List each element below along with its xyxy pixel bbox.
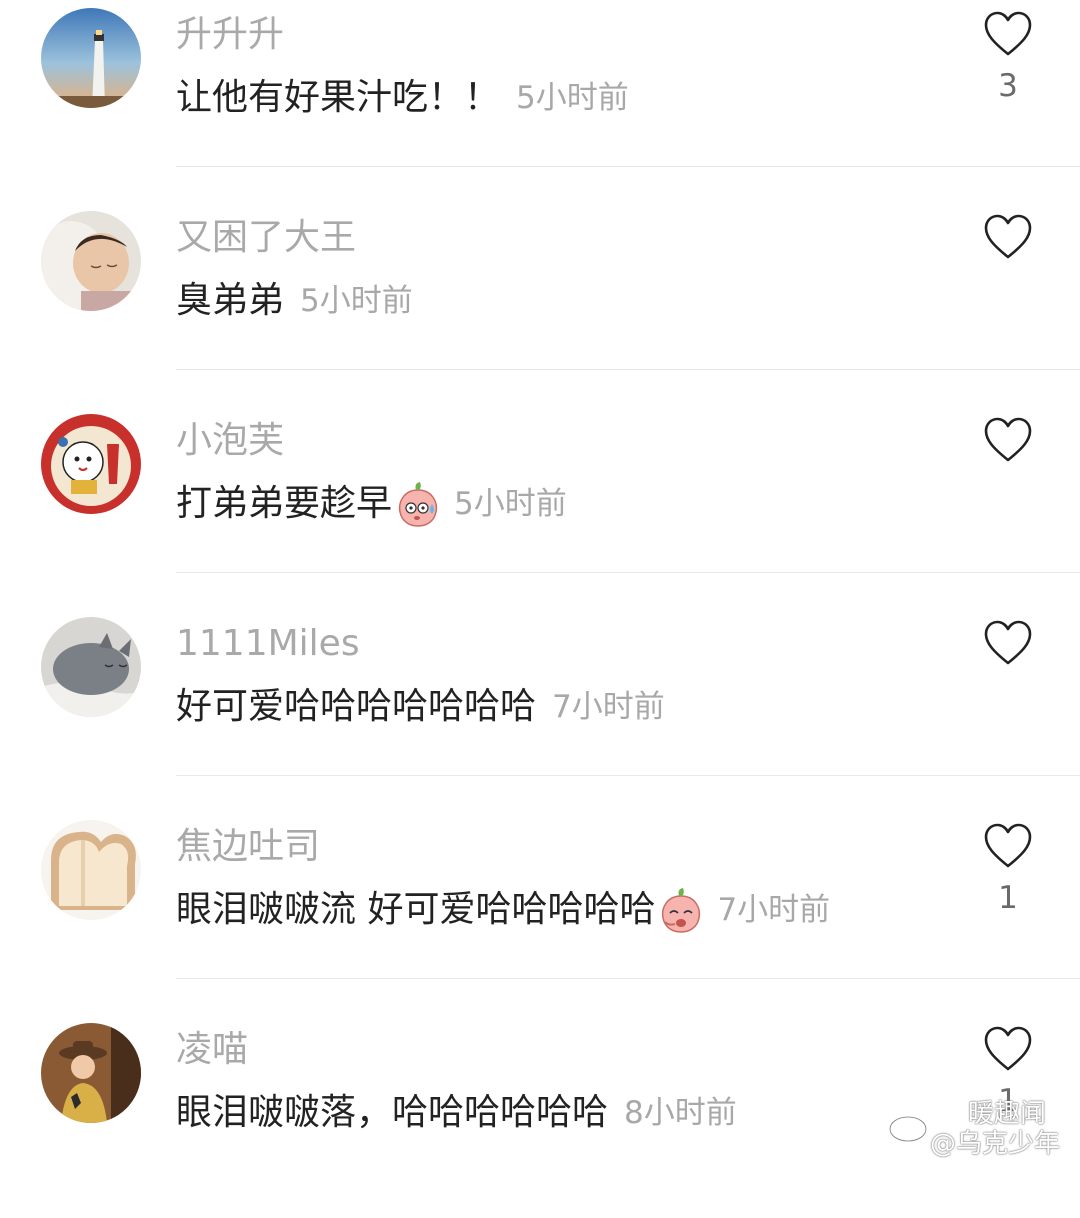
heart-icon[interactable] [983,10,1033,58]
comment-time: 5小时前 [300,283,413,319]
comment-time: 5小时前 [516,80,629,116]
lighthouse-avatar[interactable] [41,8,141,108]
comment-item: 小泡芙 打弟弟要趁早 5小时前 [0,406,1080,609]
weibo-icon [886,1101,936,1145]
comment-username[interactable]: 焦边吐司 [176,822,320,872]
divider [176,978,1080,979]
cowboy-hat-avatar[interactable] [41,1023,141,1123]
sleeping-baby-avatar[interactable] [41,211,141,311]
divider [176,775,1080,776]
comment-body: 好可爱哈哈哈哈哈哈哈 7小时前 [176,679,665,735]
comment-username[interactable]: 小泡芙 [176,416,284,466]
heart-icon[interactable] [983,416,1033,464]
comment-username[interactable]: 升升升 [176,10,284,60]
grey-cat-avatar[interactable] [41,617,141,717]
comment-item: 焦边吐司 眼泪啵啵流 好可爱哈哈哈哈哈 7小时前 1 [0,812,1080,1015]
comment-username[interactable]: 又困了大王 [176,213,356,263]
comment-text: 眼泪啵啵流 好可爱哈哈哈哈哈 [176,889,656,930]
comment-text: 让他有好果汁吃！！ [176,77,501,118]
comment-body: 臭弟弟 5小时前 [176,273,413,329]
watermark: 暖趣闻 @乌克少年 [882,1093,1072,1159]
toast-avatar[interactable] [41,820,141,920]
sweat-peach-emoji [394,480,442,528]
heart-icon[interactable] [983,822,1033,870]
heart-icon[interactable] [983,213,1033,261]
comment-username[interactable]: 1111Miles [176,619,360,669]
comment-text: 好可爱哈哈哈哈哈哈哈 [176,686,537,727]
comment-body: 让他有好果汁吃！！ 5小时前 [176,70,629,126]
divider [176,572,1080,573]
comment-time: 5小时前 [454,486,567,522]
comment-text: 臭弟弟 [176,280,285,321]
like-count: 3 [998,68,1018,104]
heart-icon[interactable] [983,1025,1033,1073]
comment-body: 打弟弟要趁早 5小时前 [176,476,567,532]
comment-time: 8小时前 [624,1095,737,1131]
comment-time: 7小时前 [717,892,831,928]
comment-text: 打弟弟要趁早 [176,483,393,524]
comment-username[interactable]: 凌喵 [176,1025,248,1075]
comment-body: 眼泪啵啵流 好可爱哈哈哈哈哈 7小时前 [176,882,830,938]
heart-icon[interactable] [983,619,1033,667]
like-count: 1 [998,880,1018,916]
divider [176,166,1080,167]
comment-body: 眼泪啵啵落，哈哈哈哈哈哈 8小时前 [176,1085,737,1141]
watermark-author: @乌克少年 [929,1129,1060,1159]
comment-item: 1111Miles 好可爱哈哈哈哈哈哈哈 7小时前 [0,609,1080,812]
comment-time: 7小时前 [552,689,665,725]
comment-text: 眼泪啵啵落，哈哈哈哈哈哈 [176,1092,609,1133]
laugh-peach-emoji [657,886,705,934]
lucky-cat-avatar[interactable] [41,414,141,514]
comment-item: 又困了大王 臭弟弟 5小时前 [0,203,1080,406]
comment-item: 升升升 让他有好果汁吃！！ 5小时前 3 [0,0,1080,203]
divider [176,369,1080,370]
